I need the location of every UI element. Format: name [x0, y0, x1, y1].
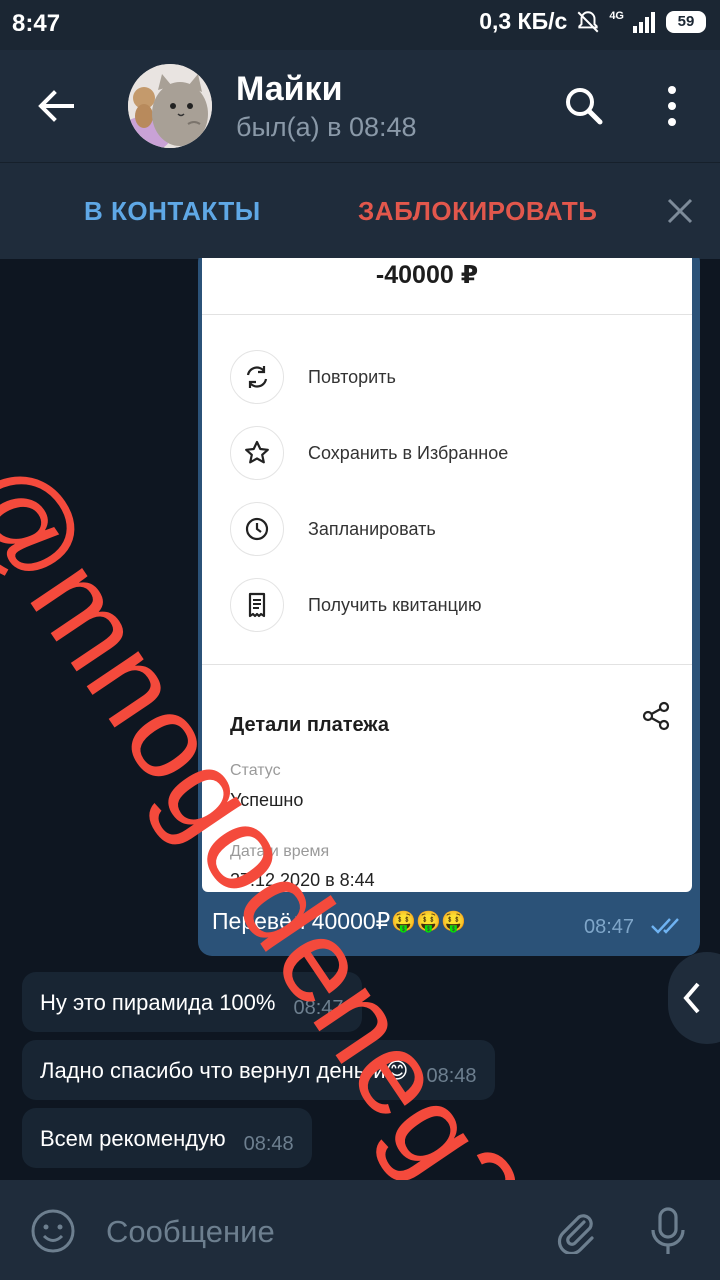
message-text: Всем рекомендую: [40, 1126, 226, 1151]
caption-text: Перевёл 40000₽: [212, 908, 391, 934]
block-user-button[interactable]: ЗАБЛОКИРОВАТЬ: [358, 196, 597, 227]
outgoing-photo-message[interactable]: -40000 ₽ Повторить Сохранить в Избранное…: [198, 258, 700, 956]
receipt-action-row: Запланировать: [230, 502, 436, 556]
message-time: 08:48: [426, 1065, 477, 1087]
divider: [202, 664, 692, 665]
clock-icon: [230, 502, 284, 556]
receipt-icon: [230, 578, 284, 632]
payment-amount: -40000 ₽: [375, 261, 479, 289]
chat-name[interactable]: Майки: [236, 70, 342, 109]
back-arrow-icon: [38, 90, 74, 122]
star-icon: [230, 426, 284, 480]
incoming-message[interactable]: Ну это пирамида 100% 08:47: [22, 972, 362, 1032]
payment-details-title: Детали платежа: [230, 714, 389, 736]
close-icon: [667, 198, 693, 224]
network-type: 4G: [609, 10, 624, 22]
last-seen-status: был(а) в 08:48: [236, 112, 417, 142]
message-input[interactable]: [104, 1206, 528, 1258]
repeat-icon: [230, 350, 284, 404]
photo-caption: Перевёл 40000₽ 🤑🤑🤑: [212, 908, 466, 935]
get-receipt-label: Получить квитанцию: [308, 594, 482, 615]
receipt-action-row: Повторить: [230, 350, 396, 404]
battery-indicator: 59: [666, 10, 706, 33]
repeat-label: Повторить: [308, 366, 396, 387]
share-icon: [640, 700, 672, 732]
message-input-bar: [0, 1180, 720, 1280]
datetime-label: Дата и время: [230, 843, 330, 860]
bell-off-icon: [577, 10, 599, 32]
signal-icon: [633, 11, 655, 33]
status-bar: 8:47 0,3 КБ/с 4G 59: [0, 0, 720, 50]
datetime-value: 27.12.2020 в 8:44: [230, 870, 375, 890]
emoji-icon: [31, 1209, 75, 1253]
more-menu-button[interactable]: [650, 82, 694, 130]
incoming-message[interactable]: Всем рекомендую 08:48: [22, 1108, 312, 1168]
swipe-back-handle[interactable]: [668, 952, 720, 1044]
divider: [202, 314, 692, 315]
network-speed: 0,3 КБ/с: [479, 8, 568, 34]
search-icon: [566, 88, 603, 125]
close-bar-button[interactable]: [662, 193, 698, 229]
voice-record-button[interactable]: [646, 1206, 690, 1256]
add-contact-button[interactable]: В КОНТАКТЫ: [84, 196, 261, 227]
attach-button[interactable]: [552, 1208, 598, 1256]
save-favorite-label: Сохранить в Избранное: [308, 442, 509, 463]
schedule-label: Запланировать: [308, 518, 436, 539]
status-icons: 0,3 КБ/с 4G 59: [479, 8, 706, 35]
status-time: 8:47: [12, 10, 61, 37]
chevron-left-icon: [683, 982, 700, 1014]
unknown-contact-bar: В КОНТАКТЫ ЗАБЛОКИРОВАТЬ: [0, 162, 720, 259]
read-checkmarks-icon: [651, 918, 679, 934]
receipt-action-row: Сохранить в Избранное: [230, 426, 508, 480]
back-button[interactable]: [30, 80, 82, 132]
receipt-action-row: Получить квитанцию: [230, 578, 481, 632]
more-vert-icon: [668, 86, 676, 126]
incoming-message[interactable]: Ладно спасибо что вернул деньги😊 08:48: [22, 1040, 495, 1100]
message-text: Ну это пирамида 100%: [40, 990, 276, 1015]
mic-icon: [651, 1207, 685, 1254]
status-label: Статус: [230, 762, 281, 779]
cat-avatar-icon: [128, 64, 212, 148]
money-face-emoji: 🤑🤑🤑: [391, 911, 467, 933]
emoji-button[interactable]: [30, 1208, 76, 1254]
chat-messages-area[interactable]: -40000 ₽ Повторить Сохранить в Избранное…: [0, 258, 720, 1180]
attach-icon: [557, 1214, 594, 1256]
message-time: 08:47: [293, 997, 344, 1019]
message-time: 08:48: [243, 1133, 294, 1155]
avatar[interactable]: [128, 64, 212, 148]
message-text: Ладно спасибо что вернул деньги😊: [40, 1058, 409, 1083]
chat-header: Майки был(а) в 08:48: [0, 50, 720, 162]
search-button[interactable]: [560, 82, 608, 130]
status-value: Успешно: [230, 790, 304, 810]
message-time: 08:47: [584, 916, 635, 938]
receipt-screenshot[interactable]: -40000 ₽ Повторить Сохранить в Избранное…: [202, 258, 692, 892]
